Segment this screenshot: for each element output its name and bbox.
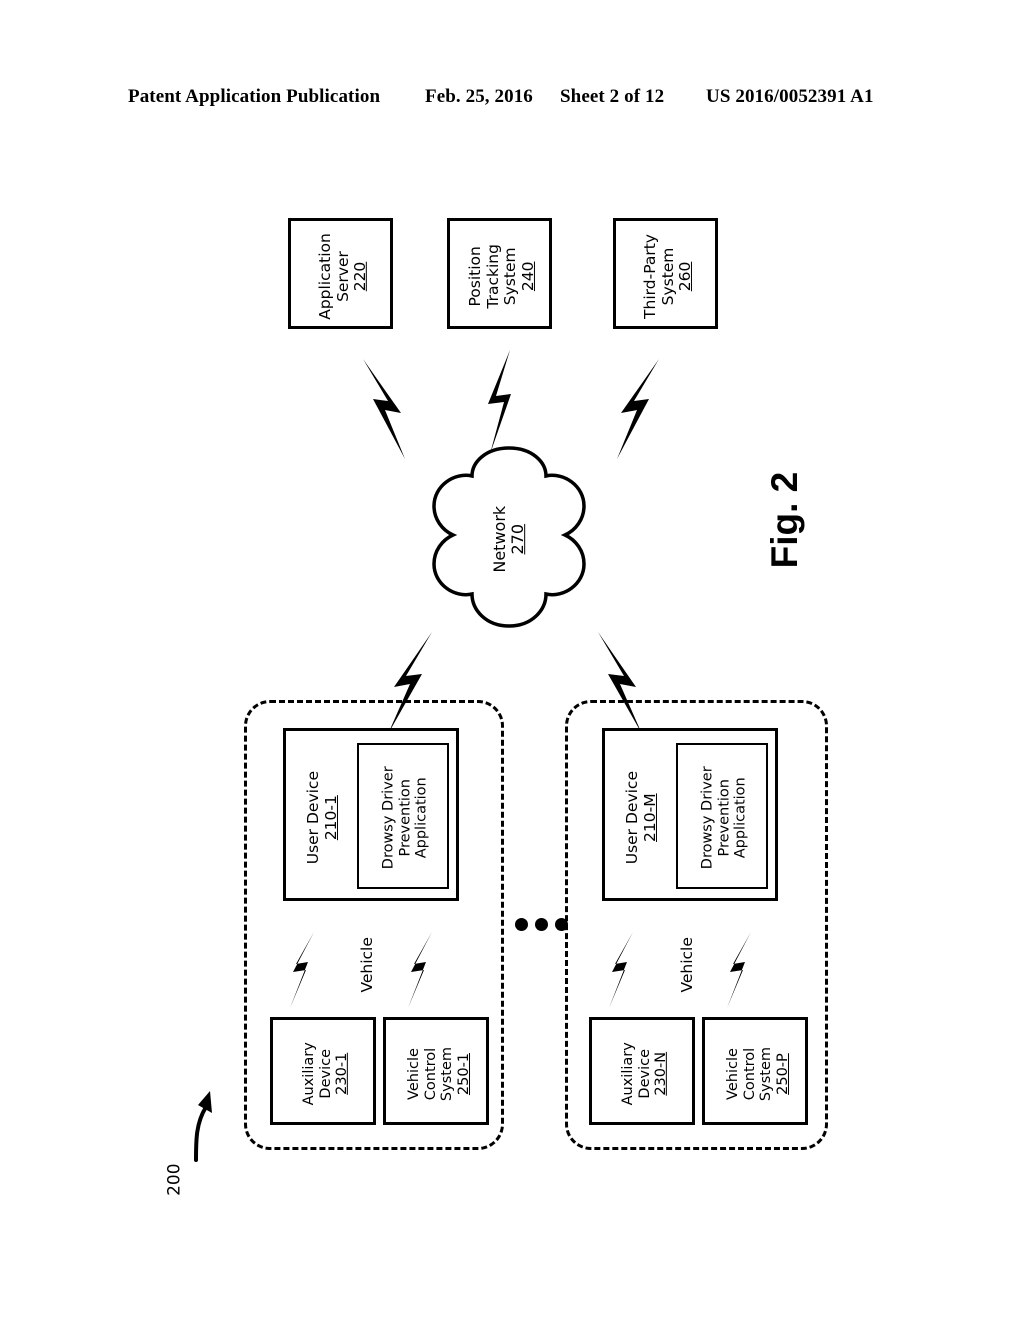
ellipsis-dot-2: [535, 918, 548, 931]
figure-label: Fig. 2: [735, 440, 835, 600]
auxiliary-device-2-label: Auxiliary Device 230-N: [620, 1042, 670, 1105]
user-device-1-number: 210-1: [322, 794, 341, 841]
patent-figure-page: Patent Application Publication Feb. 25, …: [0, 0, 1024, 1320]
auxiliary-device-2-box[interactable]: Auxiliary Device 230-N: [589, 1017, 695, 1125]
drowsy-driver-prevention-application-1-label: Drowsy Driver Prevention Application: [380, 767, 430, 870]
third-party-label-wrap: Third-Party System 260: [616, 221, 721, 332]
drowsy-app-2-line2: Prevention: [715, 779, 732, 857]
header-sheet: Sheet 2 of 12: [560, 86, 665, 107]
vehicle-2-group-label-wrap: Vehicle: [658, 920, 718, 1010]
third-party-system-label: Third-Party System 260: [641, 234, 695, 319]
auxiliary-device-1-line2: Device: [317, 1049, 334, 1099]
vehicle-control-system-1-label-wrap: Vehicle Control System 250-1: [386, 1020, 492, 1128]
vehicle-control-1-line3: System: [438, 1046, 455, 1102]
auxiliary-device-1-label-wrap: Auxiliary Device 230-1: [273, 1020, 379, 1128]
network-label: Network 270: [489, 505, 527, 573]
third-party-system-box[interactable]: Third-Party System 260: [613, 218, 718, 329]
drowsy-driver-prevention-application-2-box[interactable]: Drowsy Driver Prevention Application: [676, 743, 768, 889]
position-tracking-system-label: Position Tracking System 240: [466, 244, 538, 309]
reference-arrow-icon: [194, 1091, 212, 1162]
auxiliary-device-1-box[interactable]: Auxiliary Device 230-1: [270, 1017, 376, 1125]
figure-reference-text: 200: [164, 1163, 185, 1197]
application-server-label-wrap: Application Server 220: [291, 221, 396, 332]
ellipsis-dot-1: [515, 918, 528, 931]
drowsy-driver-prevention-application-1-box[interactable]: Drowsy Driver Prevention Application: [357, 743, 449, 889]
auxiliary-device-2-number: 230-N: [653, 1052, 670, 1096]
position-tracking-system-box[interactable]: Position Tracking System 240: [447, 218, 552, 329]
application-server-label: Application Server 220: [316, 233, 370, 320]
third-party-line2: System: [658, 247, 677, 306]
application-server-line2: Server: [333, 251, 352, 302]
auxiliary-device-1-line1: Auxiliary: [301, 1042, 318, 1106]
user-device-1-label: User Device 210-1: [304, 770, 341, 865]
lightning-bolt-user-device-1-to-auxiliary-icon: [290, 932, 314, 1008]
third-party-line1: Third-Party: [641, 234, 660, 319]
vehicle-control-system-1-label: Vehicle Control System 250-1: [406, 1047, 472, 1101]
auxiliary-device-1-number: 230-1: [334, 1052, 351, 1096]
vehicle-control-2-line2: Control: [741, 1047, 758, 1101]
drowsy-app-1-label-wrap: Drowsy Driver Prevention Application: [359, 745, 451, 891]
vehicle-control-system-1-box[interactable]: Vehicle Control System 250-1: [383, 1017, 489, 1125]
auxiliary-device-1-label: Auxiliary Device 230-1: [301, 1042, 351, 1105]
vehicle-control-2-number: 250-P: [774, 1053, 791, 1095]
position-tracking-line1: Position: [466, 246, 485, 307]
network-number: 270: [508, 523, 527, 555]
header-patent-number: US 2016/0052391 A1: [706, 86, 874, 107]
vehicle-control-system-2-box[interactable]: Vehicle Control System 250-P: [702, 1017, 808, 1125]
lightning-bolt-user-device-1-to-vehicle-control-icon: [408, 932, 432, 1008]
vehicle-control-2-line3: System: [757, 1046, 774, 1102]
position-tracking-line2: Tracking: [483, 244, 502, 309]
lightning-bolt-user-device-2-to-auxiliary-icon: [609, 932, 633, 1008]
user-device-1-name: User Device: [304, 770, 323, 865]
drowsy-app-1-line2: Prevention: [396, 779, 413, 857]
position-tracking-line3: System: [501, 247, 520, 306]
vehicle-control-system-2-label: Vehicle Control System 250-P: [725, 1047, 791, 1101]
vehicle-control-system-2-label-wrap: Vehicle Control System 250-P: [705, 1020, 811, 1128]
vehicle-control-1-line2: Control: [422, 1047, 439, 1101]
drowsy-app-1-line3: Application: [413, 777, 430, 859]
drowsy-driver-prevention-application-2-label: Drowsy Driver Prevention Application: [699, 767, 749, 870]
user-device-1-box[interactable]: User Device 210-1 Drowsy Driver Preventi…: [283, 728, 459, 901]
user-device-2-number: 210-M: [641, 793, 660, 842]
figure-label-text: Fig. 2: [763, 471, 805, 569]
auxiliary-device-2-label-wrap: Auxiliary Device 230-N: [592, 1020, 698, 1128]
drowsy-app-2-line1: Drowsy Driver: [699, 766, 716, 870]
network-label-wrap: Network 270: [424, 444, 594, 634]
vehicle-groups-ellipsis: [515, 918, 568, 931]
drowsy-app-1-line1: Drowsy Driver: [380, 766, 397, 870]
network-label-text: Network: [489, 505, 509, 573]
user-device-2-name: User Device: [623, 770, 642, 865]
lightning-bolt-to-position-tracking-icon: [488, 350, 511, 454]
vehicle-control-1-line1: Vehicle: [405, 1048, 422, 1100]
user-device-2-box[interactable]: User Device 210-M Drowsy Driver Preventi…: [602, 728, 778, 901]
vehicle-1-group-label-wrap: Vehicle: [338, 920, 398, 1010]
position-tracking-number: 240: [519, 261, 538, 292]
lightning-bolt-user-device-2-to-vehicle-control-icon: [727, 932, 751, 1008]
user-device-2-label: User Device 210-M: [623, 770, 660, 865]
header-publication: Patent Application Publication: [128, 86, 381, 107]
vehicle-control-2-line1: Vehicle: [724, 1048, 741, 1100]
application-server-line1: Application: [316, 233, 335, 320]
vehicle-2-group-label: Vehicle: [678, 937, 697, 993]
user-device-2-label-wrap: User Device 210-M: [607, 731, 677, 904]
user-device-1-label-wrap: User Device 210-1: [288, 731, 358, 904]
page-header: Patent Application Publication Feb. 25, …: [0, 86, 1024, 112]
header-date: Feb. 25, 2016: [425, 86, 533, 107]
vehicle-control-1-number: 250-1: [455, 1052, 472, 1096]
application-server-number: 220: [351, 261, 370, 292]
third-party-number: 260: [676, 261, 695, 292]
drowsy-app-2-label-wrap: Drowsy Driver Prevention Application: [678, 745, 770, 891]
drowsy-app-2-line3: Application: [732, 777, 749, 859]
position-tracking-label-wrap: Position Tracking System 240: [450, 221, 555, 332]
application-server-box[interactable]: Application Server 220: [288, 218, 393, 329]
vehicle-1-group-label: Vehicle: [358, 937, 377, 993]
auxiliary-device-2-line2: Device: [636, 1049, 653, 1099]
auxiliary-device-2-line1: Auxiliary: [620, 1042, 637, 1106]
